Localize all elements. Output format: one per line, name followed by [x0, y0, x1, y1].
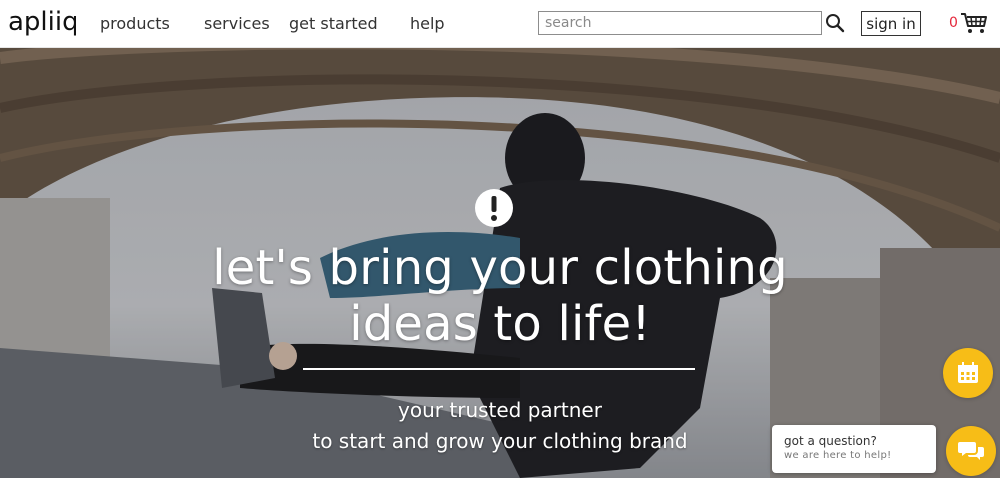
calendar-button[interactable]	[943, 348, 993, 398]
sign-in-button[interactable]: sign in	[861, 11, 921, 36]
svg-text:apliiq: apliiq	[8, 7, 76, 37]
chat-icon	[958, 442, 984, 460]
hero-divider	[303, 368, 695, 370]
site-header: apliiq products services get started hel…	[0, 0, 1000, 48]
search-input[interactable]	[538, 11, 822, 35]
hero-subline-2: to start and grow your clothing brand	[312, 429, 688, 453]
chat-question: got a question?	[784, 434, 877, 448]
cart-icon[interactable]	[960, 11, 988, 35]
headline-line-1: let's bring your clothing	[212, 240, 788, 296]
nav-products[interactable]: products	[100, 14, 170, 33]
chat-button[interactable]	[946, 426, 996, 476]
nav-help[interactable]: help	[410, 14, 445, 33]
apliiq-logo[interactable]: apliiq	[6, 4, 76, 44]
nav-services[interactable]: services	[204, 14, 270, 33]
nav-get-started[interactable]: get started	[289, 14, 378, 33]
alert-icon	[475, 189, 513, 227]
hero-subline-1: your trusted partner	[398, 398, 602, 422]
search-button[interactable]	[824, 11, 846, 35]
search-icon	[826, 14, 845, 33]
hero-banner: let's bring your clothing ideas to life!…	[0, 48, 1000, 478]
chat-prompt-bubble[interactable]: got a question? we are here to help!	[772, 425, 936, 473]
calendar-icon	[958, 362, 978, 383]
hero-headline: let's bring your clothing ideas to life!	[120, 240, 880, 352]
headline-line-2: ideas to life!	[349, 296, 651, 352]
chat-subtext: we are here to help!	[784, 450, 892, 461]
cart-count: 0	[949, 15, 958, 31]
